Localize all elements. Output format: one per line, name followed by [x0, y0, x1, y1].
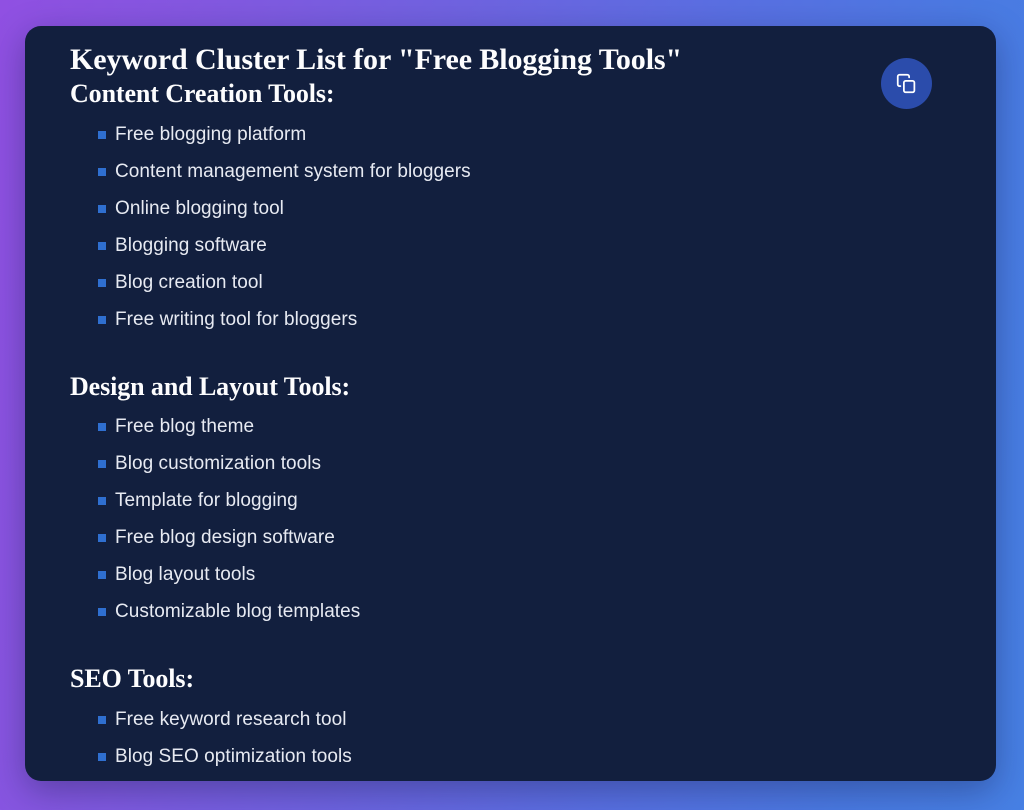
copy-button[interactable]: [881, 58, 932, 109]
list-item-label: Free blog theme: [115, 416, 255, 438]
list-item: Free writing tool for bloggers: [98, 302, 950, 339]
list-item-label: Customizable blog templates: [115, 601, 361, 623]
section-seo-tools: SEO Tools: Free keyword research tool Bl…: [70, 663, 950, 781]
bullet-square-icon: [98, 278, 106, 287]
list-item-label: Blog customization tools: [115, 453, 322, 475]
list-item: Free blog design software: [98, 520, 950, 557]
list-item-label: Free blog design software: [115, 527, 335, 549]
list-item: Free blog theme: [98, 409, 950, 446]
list-item: Blog SEO optimization tools: [98, 739, 950, 776]
keyword-list: Free blogging platform Content managemen…: [70, 117, 950, 339]
bullet-square-icon: [98, 497, 106, 506]
bullet-square-icon: [98, 130, 106, 139]
bullet-square-icon: [98, 715, 106, 724]
bullet-square-icon: [98, 204, 106, 213]
section-content-creation-tools: Content Creation Tools: Free blogging pl…: [70, 78, 950, 339]
list-item-label: Free writing tool for bloggers: [115, 308, 358, 330]
list-item-label: Blog layout tools: [115, 564, 256, 586]
bullet-square-icon: [98, 315, 106, 324]
section-heading: SEO Tools:: [70, 664, 195, 694]
card-content: Keyword Cluster List for "Free Blogging …: [25, 26, 996, 781]
list-item-label: Blogging software: [115, 234, 267, 256]
list-item: Blog customization tools: [98, 446, 950, 483]
list-item: Customizable blog templates: [98, 594, 950, 631]
list-item: Blog creation tool: [98, 265, 950, 302]
list-item-label: Free blogging platform: [115, 123, 307, 145]
list-item: Blogging software: [98, 228, 950, 265]
keyword-list: Free blog theme Blog customization tools…: [70, 409, 950, 631]
list-item: Content management system for bloggers: [98, 154, 950, 191]
page-title: Keyword Cluster List for "Free Blogging …: [70, 43, 683, 76]
bullet-square-icon: [98, 752, 106, 761]
section-heading: Content Creation Tools:: [70, 79, 335, 109]
section-heading: Design and Layout Tools:: [70, 371, 351, 401]
list-item: Template for blogging: [98, 483, 950, 520]
bullet-square-icon: [98, 534, 106, 543]
keyword-cluster-card: Keyword Cluster List for "Free Blogging …: [25, 26, 996, 781]
list-item-label: Template for blogging: [115, 490, 298, 512]
section-design-and-layout-tools: Design and Layout Tools: Free blog theme…: [70, 371, 950, 632]
list-item-label: Online blogging tool: [115, 197, 284, 219]
bullet-square-icon: [98, 241, 106, 250]
list-item: Blog layout tools: [98, 557, 950, 594]
list-item-label: Free keyword research tool: [115, 708, 347, 730]
keyword-list: Free keyword research tool Blog SEO opti…: [70, 702, 950, 781]
list-item: Free keyword research tool: [98, 702, 950, 739]
bullet-square-icon: [98, 608, 106, 617]
bullet-square-icon: [98, 460, 106, 469]
bullet-square-icon: [98, 167, 106, 176]
list-item: Free blogging platform: [98, 117, 950, 154]
bullet-square-icon: [98, 423, 106, 432]
list-item: Search engine optimization for blogs: [98, 776, 950, 781]
list-item-label: Blog creation tool: [115, 271, 263, 293]
card-header: Keyword Cluster List for "Free Blogging …: [70, 42, 950, 109]
copy-icon: [896, 73, 917, 94]
list-item-label: Content management system for bloggers: [115, 160, 471, 182]
list-item: Online blogging tool: [98, 191, 950, 228]
list-item-label: Blog SEO optimization tools: [115, 745, 352, 767]
bullet-square-icon: [98, 571, 106, 580]
